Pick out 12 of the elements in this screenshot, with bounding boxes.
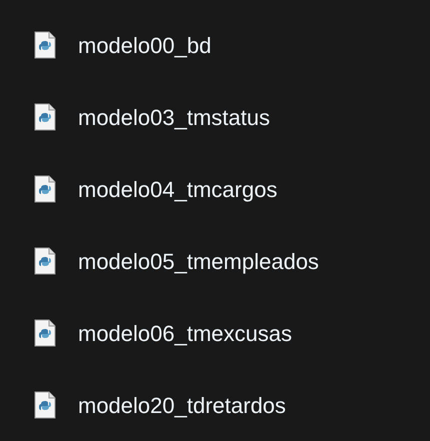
file-name[interactable]: modelo20_tdretardos (78, 388, 286, 422)
python-file-icon (34, 103, 56, 131)
python-file-icon (34, 247, 56, 275)
file-name[interactable]: modelo05_tmempleados (78, 244, 319, 278)
file-name[interactable]: modelo04_tmcargos (78, 172, 278, 206)
file-name[interactable]: modelo03_tmstatus (78, 100, 270, 134)
python-file-icon (34, 319, 56, 347)
python-file-icon (34, 175, 56, 203)
file-name[interactable]: modelo06_tmexcusas (78, 316, 292, 350)
file-name[interactable]: modelo00_bd (78, 28, 212, 62)
python-file-icon (34, 391, 56, 419)
python-file-icon (34, 31, 56, 59)
